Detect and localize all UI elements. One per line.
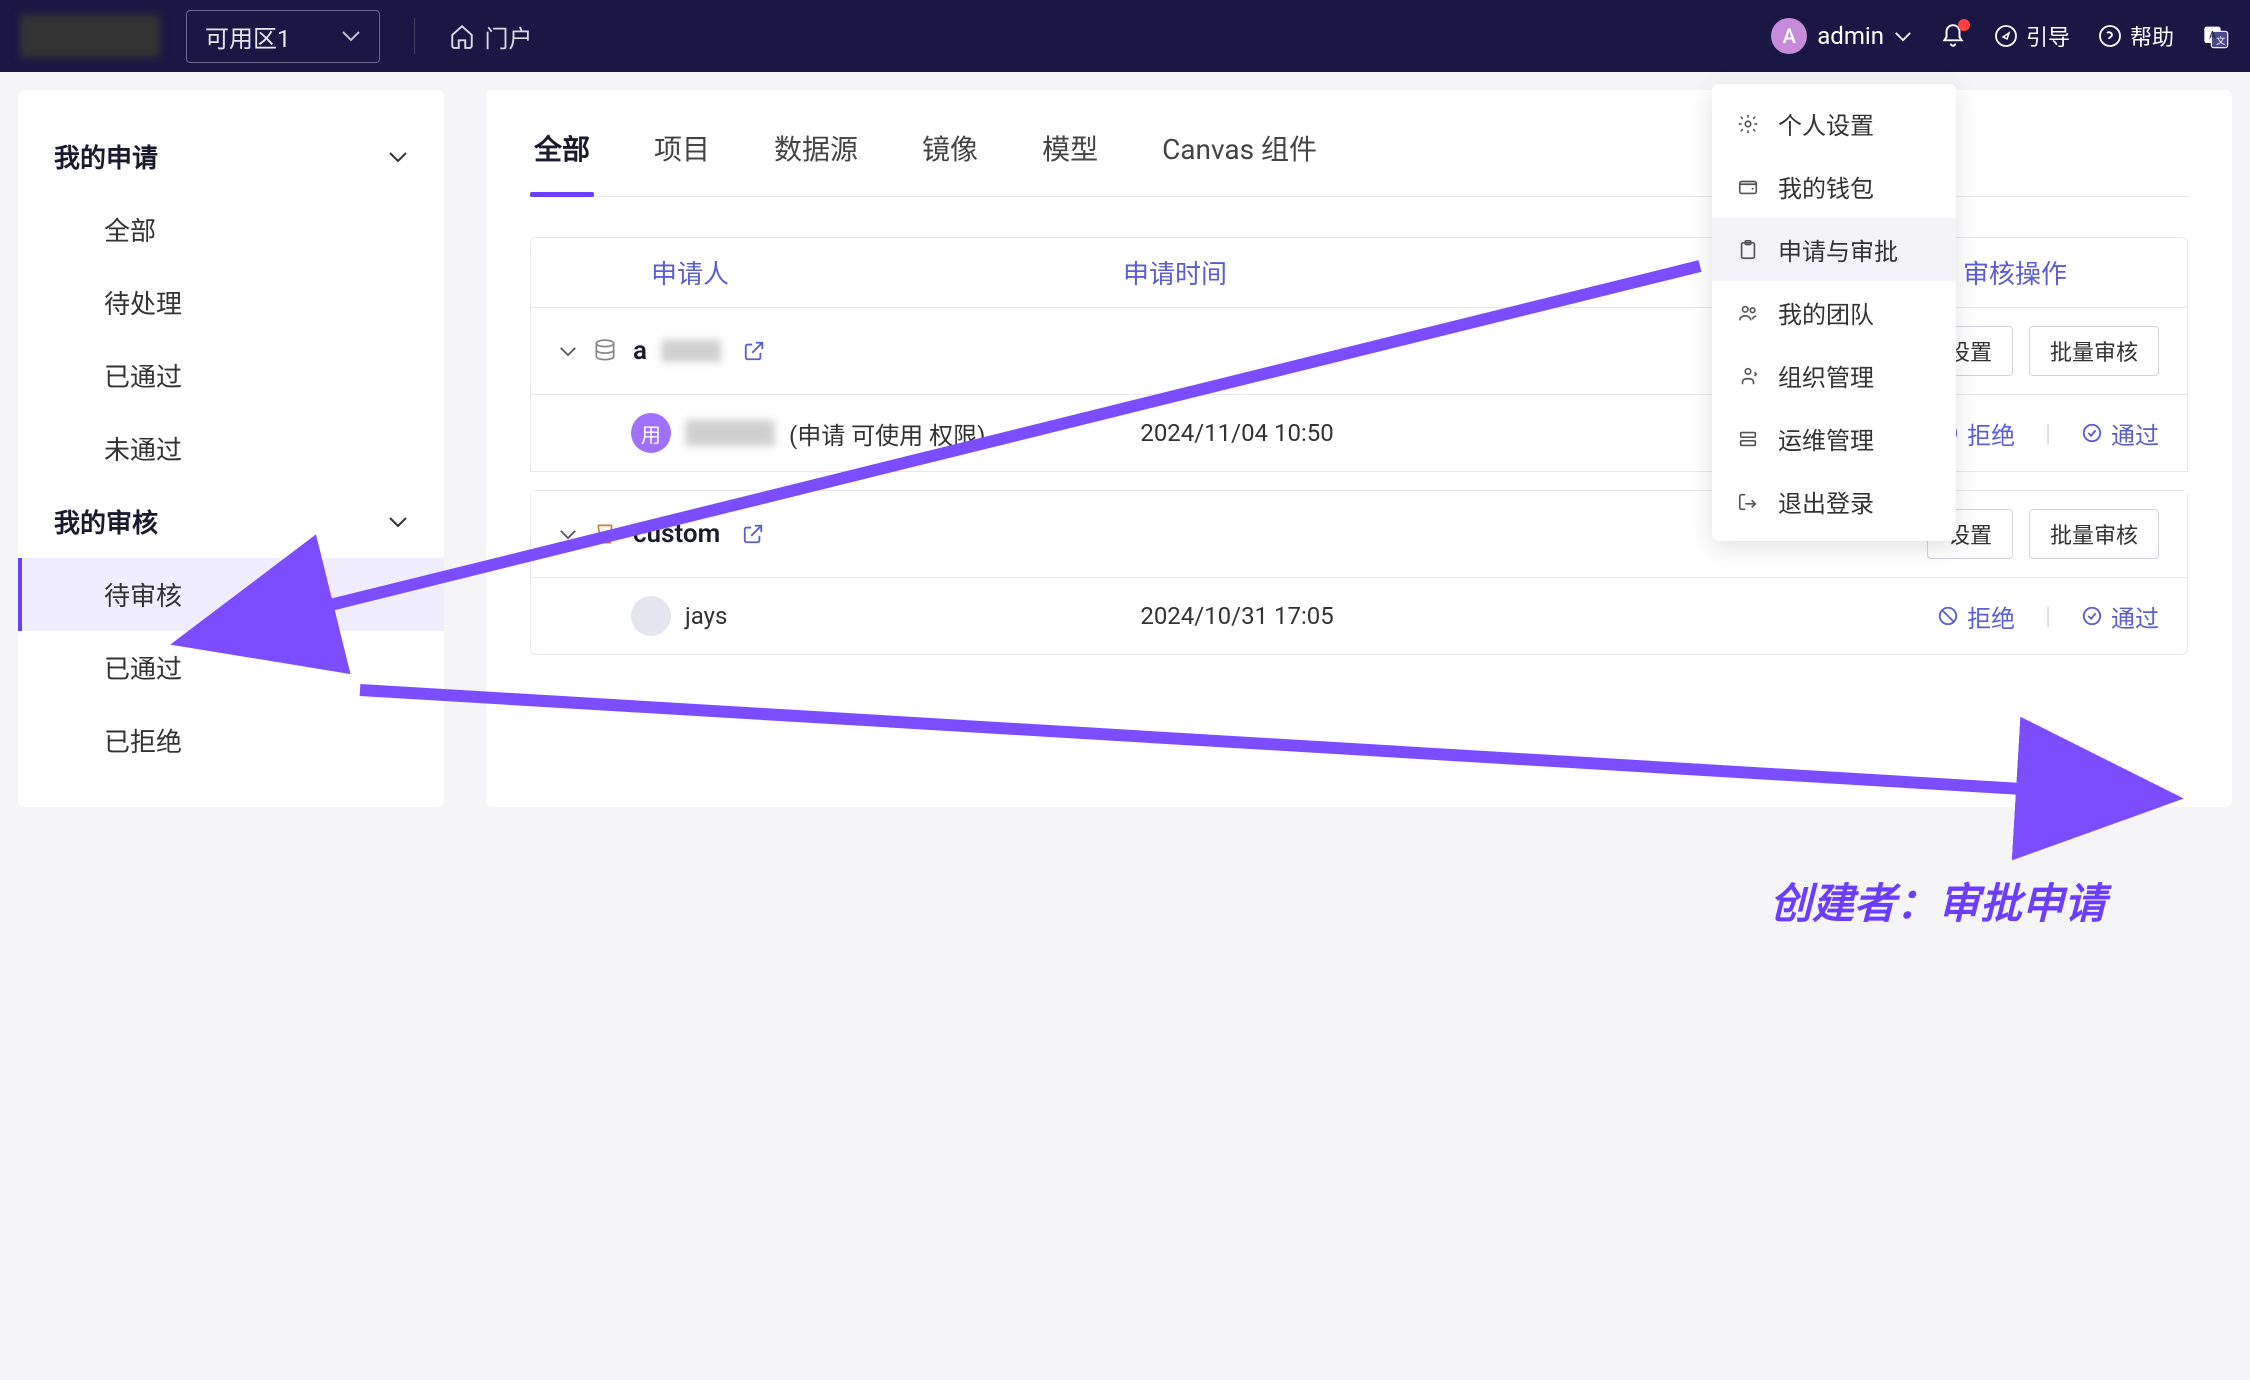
user-name: admin [1817,22,1884,50]
time-cell: 2024/11/04 10:50 [1140,419,1649,447]
annotation-text: 创建者：审批申请 [1770,870,2106,931]
chevron-down-icon [341,30,361,42]
tab-image[interactable]: 镜像 [918,110,982,196]
sidebar-item-all[interactable]: 全部 [18,193,444,266]
wallet-icon [1736,175,1760,199]
group-name: a [633,336,647,366]
portal-label: 门户 [485,19,533,54]
sidebar: 我的申请 全部 待处理 已通过 未通过 我的审核 待审核 已通过 已拒绝 [18,90,444,807]
th-applicant: 申请人 [651,254,1123,291]
table-row: jays 2024/10/31 17:05 拒绝 | 通过 [531,578,2187,654]
translate-button[interactable]: A文 [2202,22,2230,50]
divider: | [2045,419,2051,447]
tab-project[interactable]: 项目 [650,110,714,196]
blurred-applicant-name [685,420,775,446]
sidebar-item-pending[interactable]: 待处理 [18,266,444,339]
ops-icon [1736,427,1760,451]
guide-link[interactable]: 引导 [1994,20,2070,52]
database-icon [591,337,619,365]
org-icon [1736,364,1760,388]
sidebar-group-title: 我的审核 [54,503,158,540]
applicant-cell: 用 (申请 可使用 权限) [631,413,1140,453]
dropdown-item-ops[interactable]: 运维管理 [1712,407,1956,470]
sidebar-item-rejected[interactable]: 未通过 [18,412,444,485]
topbar-right-cluster: A admin 引导 帮助 A文 [1771,18,2230,54]
sidebar-group-title: 我的申请 [54,138,158,175]
translate-icon: A文 [2202,22,2230,50]
th-time: 申请时间 [1123,254,1595,291]
applicant-name: jays [685,602,727,630]
user-menu-trigger[interactable]: A admin [1771,18,1912,54]
dropdown-item-team[interactable]: 我的团队 [1712,281,1956,344]
group-name: custom [633,519,720,549]
chevron-down-icon[interactable] [559,529,577,540]
group-actions: 设置 批量审核 [1927,509,2159,559]
clipboard-icon [1736,238,1760,262]
chevron-down-icon [1894,31,1912,42]
applicant-avatar [631,596,671,636]
dropdown-item-logout[interactable]: 退出登录 [1712,470,1956,533]
sidebar-group-my-reviews[interactable]: 我的审核 [18,485,444,558]
group-actions: 设置 批量审核 [1927,326,2159,376]
batch-review-button[interactable]: 批量审核 [2029,326,2159,376]
brand-logo [20,14,160,58]
check-circle-icon [2081,605,2103,627]
team-icon [1736,301,1760,325]
divider: | [2045,602,2051,630]
tab-model[interactable]: 模型 [1038,110,1102,196]
home-icon [449,23,475,49]
top-navigation: 可用区1 门户 A admin 引导 帮助 A文 [0,0,2250,72]
main-panel: 全部 项目 数据源 镜像 模型 Canvas 组件 申请人 申请时间 审核操作 … [486,90,2232,807]
actions-cell: 拒绝 | 通过 [1650,599,2159,634]
applicant-cell: jays [631,596,1140,636]
user-dropdown-menu: 个人设置 我的钱包 申请与审批 我的团队 组织管理 运维管理 退出登录 [1712,84,1956,541]
tab-all[interactable]: 全部 [530,110,594,196]
applicant-avatar: 用 [631,413,671,453]
svg-text:A: A [2209,28,2216,41]
dropdown-item-approval[interactable]: 申请与审批 [1712,218,1956,281]
help-link[interactable]: 帮助 [2098,20,2174,52]
portal-link[interactable]: 门户 [449,19,533,54]
cup-icon [591,520,619,548]
guide-label: 引导 [2026,20,2070,52]
batch-review-button[interactable]: 批量审核 [2029,509,2159,559]
compass-icon [1994,24,2018,48]
tab-canvas[interactable]: Canvas 组件 [1158,110,1321,196]
chevron-down-icon[interactable] [559,346,577,357]
approve-button[interactable]: 通过 [2081,416,2159,451]
zone-selector-label: 可用区1 [205,19,291,54]
help-icon [2098,24,2122,48]
gear-icon [1736,112,1760,136]
sidebar-item-review-approved[interactable]: 已通过 [18,631,444,704]
dropdown-item-org[interactable]: 组织管理 [1712,344,1956,407]
sidebar-item-approved[interactable]: 已通过 [18,339,444,412]
ban-icon [1937,605,1959,627]
zone-selector[interactable]: 可用区1 [186,10,380,63]
tab-datasource[interactable]: 数据源 [770,110,862,196]
check-circle-icon [2081,422,2103,444]
external-link-icon[interactable] [743,340,765,362]
sidebar-group-my-applications[interactable]: 我的申请 [18,120,444,193]
dropdown-item-settings[interactable]: 个人设置 [1712,92,1956,155]
logout-icon [1736,490,1760,514]
external-link-icon[interactable] [742,523,764,545]
notifications-button[interactable] [1940,23,1966,49]
approve-button[interactable]: 通过 [2081,599,2159,634]
dropdown-item-wallet[interactable]: 我的钱包 [1712,155,1956,218]
time-cell: 2024/10/31 17:05 [1140,602,1649,630]
reject-button[interactable]: 拒绝 [1937,599,2015,634]
user-avatar: A [1771,18,1807,54]
applicant-suffix: (申请 可使用 权限) [789,416,985,451]
divider [414,18,415,54]
chevron-down-icon [388,516,408,528]
blurred-name-suffix [661,340,721,362]
chevron-down-icon [388,151,408,163]
help-label: 帮助 [2130,20,2174,52]
sidebar-item-review-rejected[interactable]: 已拒绝 [18,704,444,777]
svg-text:文: 文 [2216,35,2225,47]
sidebar-item-to-review[interactable]: 待审核 [18,558,444,631]
notification-dot [1958,19,1970,31]
